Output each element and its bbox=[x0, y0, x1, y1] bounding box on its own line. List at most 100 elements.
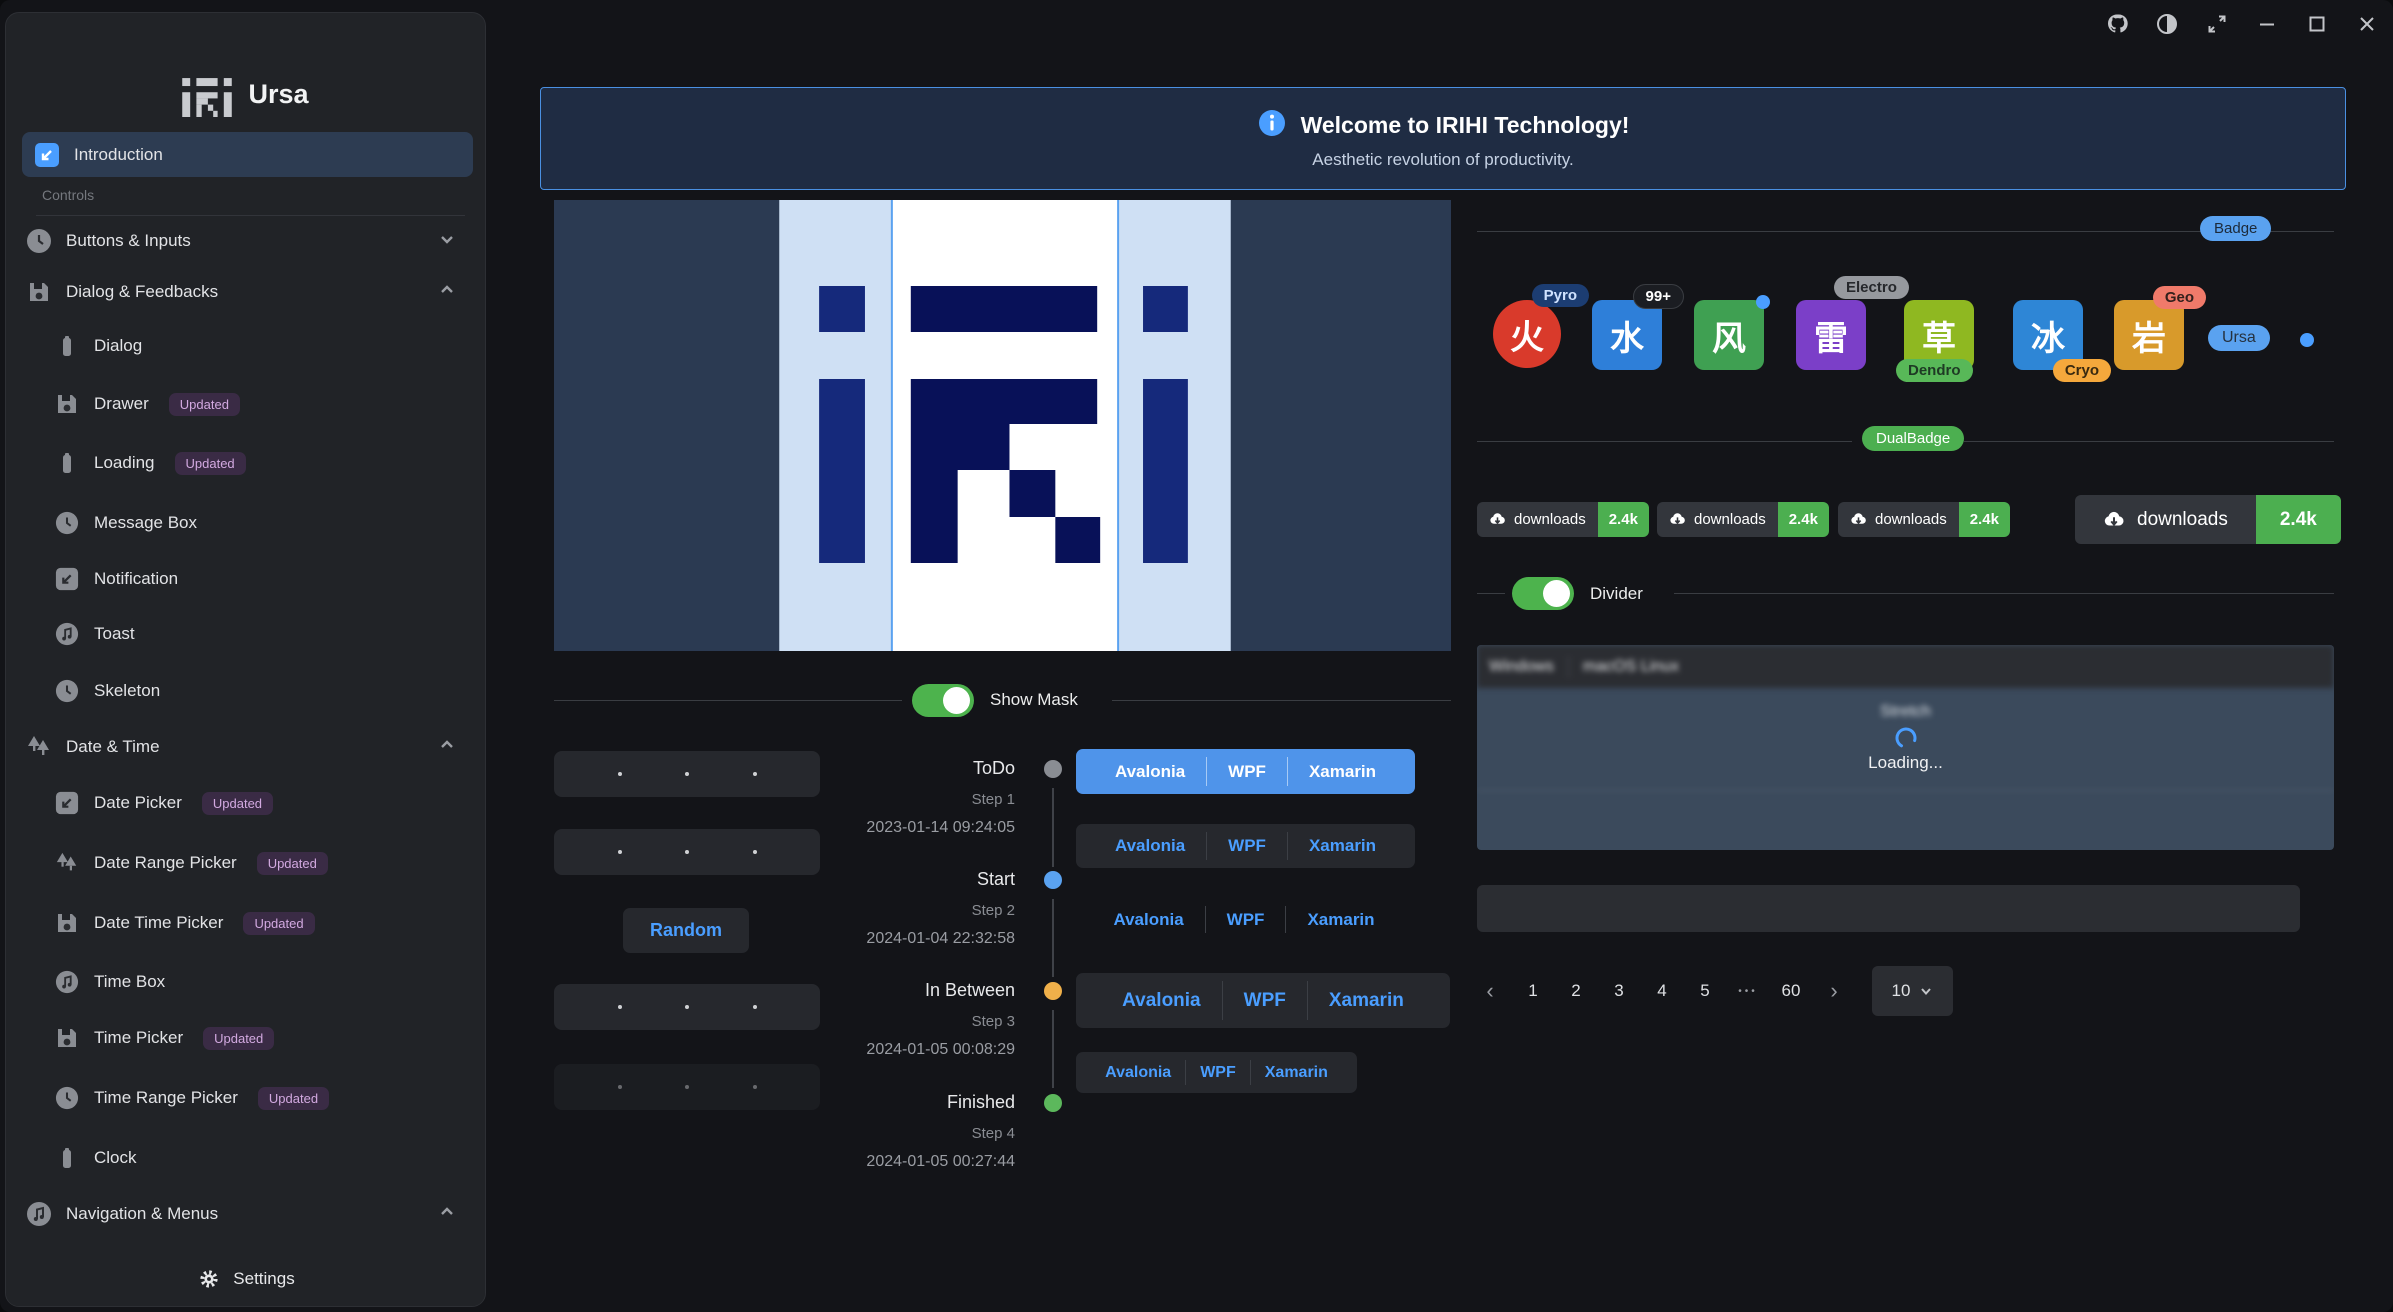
group-button-wpf[interactable]: WPF bbox=[1207, 824, 1287, 868]
group-button-wpf[interactable]: WPF bbox=[1207, 749, 1287, 794]
badge-tile-geo: 岩 Geo bbox=[2114, 300, 2184, 370]
battery-icon bbox=[54, 450, 80, 476]
sidebar-item-time-range-picker[interactable]: Time Range Picker Updated bbox=[54, 1075, 473, 1121]
sidebar-group-date-time[interactable]: Date & Time bbox=[26, 724, 473, 770]
downloads-badge-4-large[interactable]: downloads 2.4k bbox=[2075, 495, 2341, 544]
standalone-dot-badge bbox=[2300, 333, 2314, 347]
maximize-icon[interactable] bbox=[2305, 12, 2329, 36]
downloads-label: downloads bbox=[1694, 511, 1766, 528]
sidebar-item-loading[interactable]: Loading Updated bbox=[54, 440, 473, 486]
sidebar-item-time-box[interactable]: Time Box bbox=[54, 959, 473, 1005]
page-5[interactable]: 5 bbox=[1692, 981, 1718, 1001]
show-mask-toggle[interactable] bbox=[912, 684, 974, 717]
downloads-badge-1[interactable]: downloads 2.4k bbox=[1477, 502, 1649, 537]
updated-badge: Updated bbox=[243, 912, 314, 935]
tab-windows[interactable]: Windows bbox=[1489, 658, 1554, 676]
sidebar-item-introduction[interactable]: Introduction bbox=[22, 132, 473, 177]
page-1[interactable]: 1 bbox=[1520, 981, 1546, 1001]
divider-toggle[interactable] bbox=[1512, 577, 1574, 610]
step-subtitle: Step 3 bbox=[972, 1013, 1015, 1030]
group-button-xamarin[interactable]: Xamarin bbox=[1288, 749, 1397, 794]
chevron-down-icon bbox=[1919, 984, 1933, 998]
sidebar-item-label: Time Box bbox=[94, 972, 165, 992]
sidebar-item-drawer[interactable]: Drawer Updated bbox=[54, 381, 473, 427]
sidebar-group-dialog-feedbacks[interactable]: Dialog & Feedbacks bbox=[26, 269, 473, 315]
sidebar-item-label: Toast bbox=[94, 624, 135, 644]
page-4[interactable]: 4 bbox=[1649, 981, 1675, 1001]
button-group-dark[interactable]: Avalonia WPF Xamarin bbox=[1076, 824, 1415, 868]
step-subtitle: Step 1 bbox=[972, 791, 1015, 808]
sidebar-item-date-picker[interactable]: Date Picker Updated bbox=[54, 780, 473, 826]
page-next-icon[interactable]: › bbox=[1821, 978, 1847, 1004]
empty-textbox[interactable] bbox=[1477, 885, 2300, 932]
sidebar-item-message-box[interactable]: Message Box bbox=[54, 500, 473, 546]
settings-button[interactable]: Settings bbox=[6, 1252, 485, 1306]
sidebar-group-buttons-inputs[interactable]: Buttons & Inputs bbox=[26, 218, 473, 264]
time-picker-input-2[interactable] bbox=[554, 829, 820, 875]
minimize-icon[interactable] bbox=[2255, 12, 2279, 36]
group-button-avalonia[interactable]: Avalonia bbox=[1094, 749, 1206, 794]
downloads-count: 2.4k bbox=[1778, 502, 1829, 537]
group-button-wpf[interactable]: WPF bbox=[1223, 973, 1307, 1028]
group-button-wpf[interactable]: WPF bbox=[1206, 898, 1286, 941]
floppy-icon bbox=[54, 910, 80, 936]
sidebar-item-date-time-picker[interactable]: Date Time Picker Updated bbox=[54, 900, 473, 946]
time-picker-input-3[interactable] bbox=[554, 984, 820, 1030]
sidebar-item-label: Clock bbox=[94, 1148, 137, 1168]
theme-toggle-icon[interactable] bbox=[2155, 12, 2179, 36]
badge-tile-dot: 风 bbox=[1694, 300, 1764, 370]
battery-icon bbox=[54, 333, 80, 359]
group-button-xamarin[interactable]: Xamarin bbox=[1288, 824, 1397, 868]
badge-dendro: Dendro bbox=[1896, 359, 1973, 382]
loading-panel: Windows macOS Linux Stretch Loading... bbox=[1477, 645, 2334, 850]
page-ellipsis[interactable]: ••• bbox=[1735, 986, 1761, 997]
page-60[interactable]: 60 bbox=[1778, 981, 1804, 1001]
downloads-badge-3[interactable]: downloads 2.4k bbox=[1838, 502, 2010, 537]
button-group-dark-small[interactable]: Avalonia WPF Xamarin bbox=[1076, 1052, 1357, 1093]
sidebar-item-label: Loading bbox=[94, 453, 155, 473]
step-timestamp: 2024-01-05 00:27:44 bbox=[866, 1153, 1015, 1171]
button-group-primary[interactable]: Avalonia WPF Xamarin bbox=[1076, 749, 1415, 794]
welcome-banner: Welcome to IRIHI Technology! Aesthetic r… bbox=[540, 87, 2346, 190]
downloads-badge-2[interactable]: downloads 2.4k bbox=[1657, 502, 1829, 537]
page-prev-icon[interactable]: ‹ bbox=[1477, 978, 1503, 1004]
floppy-icon bbox=[54, 1025, 80, 1051]
time-picker-input-1[interactable] bbox=[554, 751, 820, 797]
sidebar-item-clock[interactable]: Clock bbox=[54, 1135, 473, 1181]
page-size-select[interactable]: 10 bbox=[1872, 966, 1953, 1016]
mask-demo-image bbox=[554, 200, 1451, 651]
sidebar-item-notification[interactable]: Notification bbox=[54, 556, 473, 602]
sidebar-item-dialog[interactable]: Dialog bbox=[54, 323, 473, 369]
sidebar-item-skeleton[interactable]: Skeleton bbox=[54, 668, 473, 714]
group-button-xamarin[interactable]: Xamarin bbox=[1308, 973, 1425, 1028]
sidebar-item-time-picker[interactable]: Time Picker Updated bbox=[54, 1015, 473, 1061]
group-button-avalonia[interactable]: Avalonia bbox=[1094, 824, 1206, 868]
group-button-wpf[interactable]: WPF bbox=[1186, 1052, 1250, 1093]
fullscreen-icon[interactable] bbox=[2205, 12, 2229, 36]
sidebar-item-label: Dialog bbox=[94, 336, 142, 356]
badge-tile-dendro: 草 Dendro bbox=[1904, 300, 1974, 370]
floppy-icon bbox=[54, 391, 80, 417]
button-group-plain[interactable]: Avalonia WPF Xamarin bbox=[1076, 898, 1412, 941]
sidebar-item-toast[interactable]: Toast bbox=[54, 611, 473, 657]
sidebar-group-navigation-menus[interactable]: Navigation & Menus bbox=[26, 1191, 473, 1237]
group-button-xamarin[interactable]: Xamarin bbox=[1251, 1052, 1342, 1093]
group-button-avalonia[interactable]: Avalonia bbox=[1092, 898, 1204, 941]
close-icon[interactable] bbox=[2355, 12, 2379, 36]
random-button[interactable]: Random bbox=[623, 908, 749, 953]
group-button-avalonia[interactable]: Avalonia bbox=[1101, 973, 1222, 1028]
sidebar-item-date-range-picker[interactable]: Date Range Picker Updated bbox=[54, 840, 473, 886]
sidebar-item-label: Date Range Picker bbox=[94, 853, 237, 873]
github-icon[interactable] bbox=[2105, 12, 2129, 36]
tab-macos-linux[interactable]: macOS Linux bbox=[1583, 658, 1679, 676]
group-button-avalonia[interactable]: Avalonia bbox=[1091, 1052, 1185, 1093]
step-subtitle: Step 2 bbox=[972, 902, 1015, 919]
button-group-dark-large[interactable]: Avalonia WPF Xamarin bbox=[1076, 973, 1450, 1028]
group-button-xamarin[interactable]: Xamarin bbox=[1286, 898, 1395, 941]
page-3[interactable]: 3 bbox=[1606, 981, 1632, 1001]
step-title: In Between bbox=[925, 980, 1015, 1001]
sidebar-item-label: Notification bbox=[94, 569, 178, 589]
cloud-download-icon bbox=[1489, 511, 1506, 528]
page-2[interactable]: 2 bbox=[1563, 981, 1589, 1001]
step-status-dot bbox=[1044, 1094, 1062, 1112]
